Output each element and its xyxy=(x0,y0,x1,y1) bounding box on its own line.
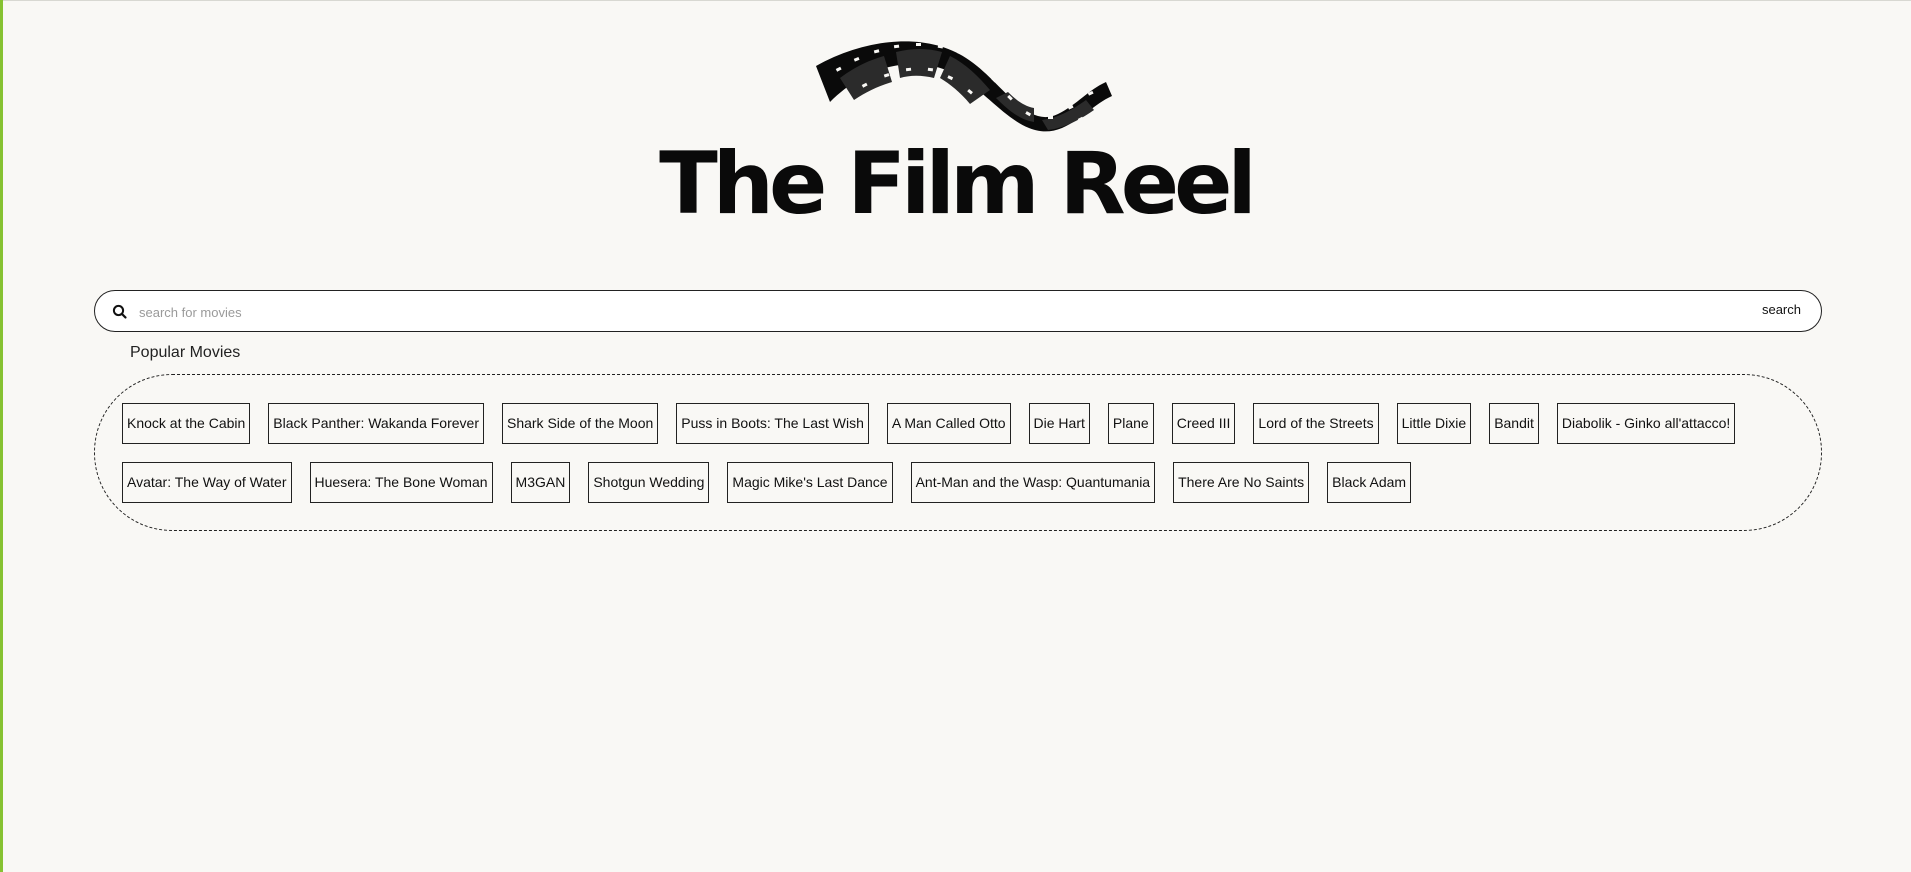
movie-chip[interactable]: Puss in Boots: The Last Wish xyxy=(676,403,869,444)
movie-chip[interactable]: Lord of the Streets xyxy=(1253,403,1379,444)
film-strip-icon xyxy=(815,41,1112,137)
top-border xyxy=(0,0,1911,1)
movie-chip[interactable]: There Are No Saints xyxy=(1173,462,1310,503)
movie-chip[interactable]: Creed III xyxy=(1171,403,1236,444)
movie-chip[interactable]: Little Dixie xyxy=(1396,403,1472,444)
movie-chip[interactable]: Diabolik - Ginko all'attacco! xyxy=(1556,403,1736,444)
movie-chip[interactable]: Knock at the Cabin xyxy=(122,403,251,444)
movie-list: Knock at the Cabin Black Panther: Wakanda… xyxy=(122,403,1802,503)
movie-chip[interactable]: Die Hart xyxy=(1028,403,1090,444)
movie-chip[interactable]: Black Adam xyxy=(1327,462,1412,503)
site-logo xyxy=(0,18,1911,138)
movie-chip[interactable]: Avatar: The Way of Water xyxy=(122,462,292,503)
popular-movies-container: Knock at the Cabin Black Panther: Wakanda… xyxy=(94,374,1822,531)
movie-chip[interactable]: Bandit xyxy=(1489,403,1539,444)
search-icon[interactable] xyxy=(111,303,129,321)
search-button[interactable]: search xyxy=(1762,302,1801,317)
movie-chip[interactable]: Black Panther: Wakanda Forever xyxy=(268,403,484,444)
movie-chip[interactable]: Magic Mike's Last Dance xyxy=(727,462,893,503)
movie-chip[interactable]: Huesera: The Bone Woman xyxy=(309,462,493,503)
site-title: The Film Reel xyxy=(659,134,1257,234)
search-bar: search xyxy=(94,290,1822,332)
movie-chip[interactable]: Plane xyxy=(1107,403,1154,444)
movie-chip[interactable]: Shark Side of the Moon xyxy=(501,403,659,444)
search-input[interactable] xyxy=(137,297,1701,327)
popular-movies-heading: Popular Movies xyxy=(130,344,241,361)
movie-chip[interactable]: A Man Called Otto xyxy=(886,403,1011,444)
movie-chip[interactable]: Ant-Man and the Wasp: Quantumania xyxy=(910,462,1156,503)
movie-chip[interactable]: M3GAN xyxy=(510,462,571,503)
movie-chip[interactable]: Shotgun Wedding xyxy=(588,462,710,503)
